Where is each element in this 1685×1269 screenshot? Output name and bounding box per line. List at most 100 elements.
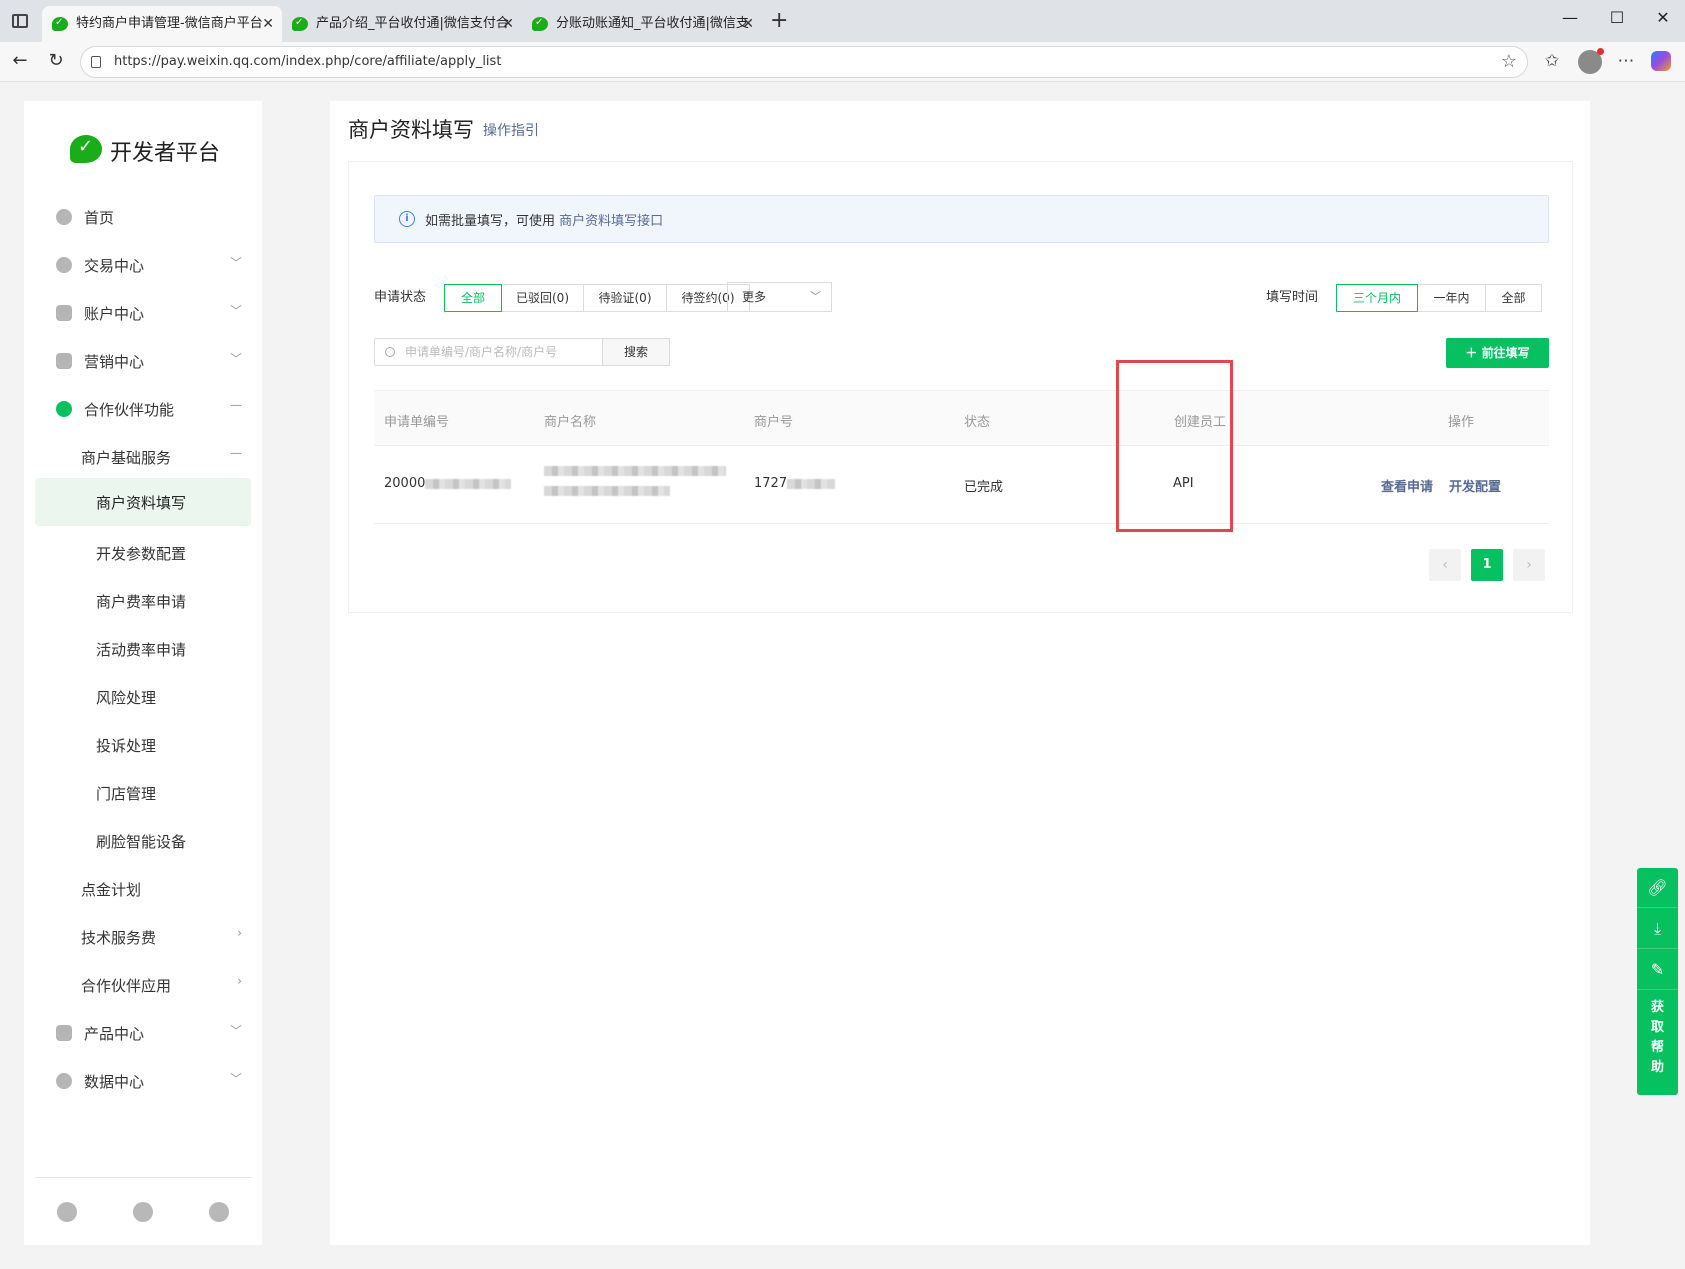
sidebar-item-label: 投诉处理	[96, 737, 157, 755]
close-tab-icon[interactable]: ✕	[742, 6, 754, 42]
reload-icon[interactable]: ↻	[44, 50, 68, 71]
sidebar-item-label: 商户基础服务	[81, 449, 172, 467]
floating-toolbar: 🔗︎ ⤓ ✎ 获 取 帮 助	[1637, 868, 1678, 1095]
url-text: https://pay.weixin.qq.com/index.php/core…	[114, 54, 502, 69]
apply-no-cell: 20000	[384, 476, 512, 491]
lock-icon[interactable]	[91, 56, 101, 68]
help-char: 帮	[1650, 1040, 1664, 1055]
sidebar-item-merchant-basic[interactable]: 商户基础服务 —	[24, 437, 262, 477]
status-cell: 已完成	[964, 480, 1004, 495]
search-input[interactable]: 申请单编号/商户名称/商户号	[374, 338, 603, 366]
tab-title: 分账动账通知_平台收付通|微信支	[556, 16, 749, 31]
sidebar-item-account[interactable]: 账户中心 ﹀	[24, 293, 262, 333]
logo-text: 开发者平台	[110, 141, 221, 166]
maximize-icon[interactable]: ☐	[1607, 8, 1627, 27]
wechat-favicon-icon	[52, 6, 68, 41]
sidebar-item-trade[interactable]: 交易中心 ﹀	[24, 245, 262, 285]
table-row: 20000 1727 已完成 API 查看申请 开发配置	[374, 446, 1549, 524]
page-title: 商户资料填写	[348, 118, 474, 142]
sidebar-item-tech-fee[interactable]: 技术服务费 ›	[24, 917, 262, 957]
sidebar-item-complaint[interactable]: 投诉处理	[24, 725, 262, 765]
back-arrow-icon[interactable]: ←	[8, 50, 32, 71]
notification-bell-icon[interactable]	[133, 1202, 153, 1222]
new-tab-icon[interactable]: +	[770, 10, 788, 32]
info-text: 如需批量填写，可使用 商户资料填写接口	[425, 210, 663, 229]
sidebar-item-marketing[interactable]: 营销中心 ﹀	[24, 341, 262, 381]
help-char: 取	[1650, 1020, 1664, 1035]
view-application-link[interactable]: 查看申请	[1381, 476, 1433, 495]
profile-avatar[interactable]	[1578, 48, 1604, 74]
status-filter-rejected[interactable]: 已驳回(0)	[501, 284, 584, 312]
sidebar-item-partner-app[interactable]: 合作伙伴应用 ›	[24, 965, 262, 1005]
home-icon	[56, 209, 72, 225]
chevron-right-icon: ›	[237, 974, 242, 988]
status-filter-to-verify[interactable]: 待验证(0)	[583, 284, 667, 312]
chevron-down-icon: ﹀	[810, 290, 821, 303]
sidebar-item-activity-rate[interactable]: 活动费率申请	[24, 629, 262, 669]
sidebar-item-data[interactable]: 数据中心 ﹀	[24, 1061, 262, 1101]
chevron-down-icon: ﹀	[229, 1024, 242, 1038]
time-filter-all[interactable]: 全部	[1485, 284, 1542, 312]
search-button[interactable]: 搜索	[602, 338, 670, 366]
prev-page-button[interactable]: ‹	[1429, 549, 1461, 581]
table-header: 申请单编号 商户名称 商户号 状态 创建员工 操作	[374, 390, 1549, 446]
product-icon	[56, 1025, 72, 1041]
trade-icon	[56, 257, 72, 273]
help-char: 获	[1650, 1000, 1664, 1015]
more-menu-icon[interactable]: ⋯	[1614, 51, 1638, 71]
sidebar-item-face-device[interactable]: 刷脸智能设备	[24, 821, 262, 861]
help-char: 助	[1650, 1060, 1664, 1075]
sidebar-item-rate-apply[interactable]: 商户费率申请	[24, 581, 262, 621]
page-1-button[interactable]: 1	[1471, 549, 1503, 581]
go-fill-button[interactable]: ＋ 前往填写	[1446, 338, 1549, 368]
sidebar-item-store[interactable]: 门店管理	[24, 773, 262, 813]
link-icon[interactable]: 🔗︎	[1637, 868, 1678, 908]
sidebar-item-label: 门店管理	[96, 785, 157, 803]
wechat-pay-logo-icon	[70, 135, 102, 163]
sidebar-divider	[35, 1177, 251, 1178]
close-tab-icon[interactable]: ✕	[262, 6, 274, 42]
close-tab-icon[interactable]: ✕	[502, 6, 514, 42]
sidebar-item-partner[interactable]: 合作伙伴功能 —	[24, 389, 262, 429]
get-help-button[interactable]: 获 取 帮 助	[1637, 994, 1678, 1078]
user-avatar-icon[interactable]	[209, 1202, 229, 1222]
sidebar-item-home[interactable]: 首页	[24, 197, 262, 237]
browser-tab-1[interactable]: 特约商户申请管理-微信商户平台 ✕	[42, 6, 282, 42]
status-filter-all[interactable]: 全部	[444, 284, 502, 312]
guide-link[interactable]: 操作指引	[483, 120, 539, 140]
dev-config-link[interactable]: 开发配置	[1449, 476, 1501, 495]
tab-actions-icon[interactable]	[12, 14, 28, 28]
edit-icon[interactable]: ✎	[1637, 950, 1678, 990]
browser-tab-2[interactable]: 产品介绍_平台收付通|微信支付合 ✕	[282, 6, 522, 42]
sidebar-item-risk[interactable]: 风险处理	[24, 677, 262, 717]
message-icon[interactable]	[57, 1202, 77, 1222]
browser-tab-bar: 特约商户申请管理-微信商户平台 ✕ 产品介绍_平台收付通|微信支付合 ✕ 分账动…	[0, 0, 1685, 42]
sidebar-item-label: 交易中心	[84, 257, 145, 275]
sidebar-item-label: 商户费率申请	[96, 593, 187, 611]
sidebar-item-product[interactable]: 产品中心 ﹀	[24, 1013, 262, 1053]
search-placeholder: 申请单编号/商户名称/商户号	[405, 345, 558, 359]
sidebar-item-label: 营销中心	[84, 353, 145, 371]
status-more-dropdown[interactable]: 更多 ﹀	[727, 282, 832, 312]
redacted-block	[544, 486, 670, 496]
sidebar-item-gold-plan[interactable]: 点金计划	[24, 869, 262, 909]
time-filter-one-year[interactable]: 一年内	[1417, 284, 1486, 312]
sidebar-item-dev-config[interactable]: 开发参数配置	[24, 533, 262, 573]
browser-tab-3[interactable]: 分账动账通知_平台收付通|微信支 ✕	[522, 6, 762, 42]
marketing-icon	[56, 353, 72, 369]
copilot-icon[interactable]	[1651, 51, 1671, 71]
download-icon[interactable]: ⤓	[1637, 909, 1678, 949]
search-icon	[385, 347, 395, 357]
favorite-star-icon[interactable]: ☆	[1501, 51, 1517, 72]
minimize-icon[interactable]: —	[1560, 8, 1580, 27]
time-filter-label: 填写时间	[1266, 290, 1319, 305]
time-filter-three-months[interactable]: 三个月内	[1336, 284, 1418, 312]
tab-title: 产品介绍_平台收付通|微信支付合	[316, 16, 509, 31]
url-field[interactable]: https://pay.weixin.qq.com/index.php/core…	[80, 46, 1528, 78]
go-fill-label: 前往填写	[1481, 346, 1530, 360]
favorites-icon[interactable]: ✩	[1540, 51, 1564, 71]
sidebar-item-merchant-info[interactable]: 商户资料填写	[35, 478, 251, 526]
window-close-icon[interactable]: ✕	[1653, 8, 1673, 27]
api-doc-link[interactable]: 商户资料填写接口	[559, 214, 663, 229]
next-page-button[interactable]: ›	[1513, 549, 1545, 581]
